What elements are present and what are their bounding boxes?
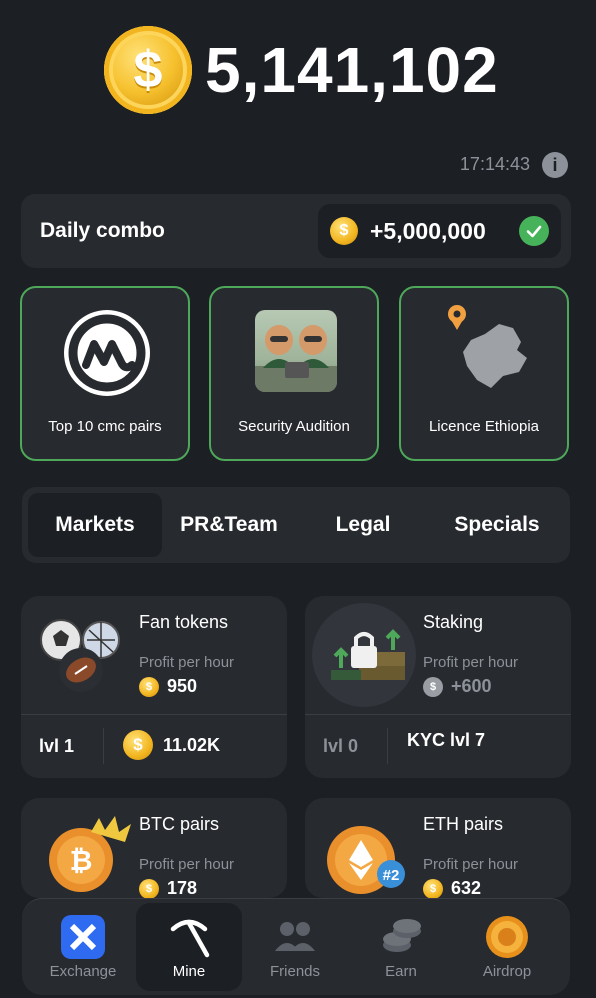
- coin-icon: $: [330, 217, 358, 245]
- divider: [387, 728, 388, 764]
- combo-card-label: Security Audition: [238, 418, 350, 435]
- hamsters-image: [255, 310, 337, 392]
- coin-icon: $: [139, 878, 159, 898]
- upgrade-cost: $ 11.02K: [123, 730, 220, 760]
- combo-card-cmc[interactable]: Top 10 cmc pairs: [20, 286, 190, 461]
- coin-icon: $: [123, 730, 153, 760]
- nav-label: Exchange: [49, 963, 117, 980]
- upgrade-title: Staking: [423, 612, 484, 632]
- profit-value: $ 178: [139, 878, 197, 898]
- sports-balls-icon: [40, 619, 120, 692]
- coin-icon: $: [423, 878, 443, 898]
- upgrade-title: ETH pairs: [423, 814, 504, 834]
- daily-combo-value: +5,000,000: [370, 218, 486, 244]
- upgrade-requirement: KYC lvl 7: [407, 730, 486, 750]
- divider: [305, 714, 571, 715]
- tab-legal[interactable]: Legal: [302, 493, 424, 557]
- upgrade-level: lvl 1: [39, 736, 75, 756]
- nav-earn[interactable]: Earn: [348, 903, 454, 991]
- nav-label: Earn: [385, 963, 417, 980]
- btc-coin-icon: ₿: [49, 816, 131, 892]
- svg-text:₿: ₿: [70, 845, 93, 876]
- balance-amount: 5,141,102: [205, 34, 499, 106]
- ethiopia-map-icon: [448, 305, 527, 388]
- friends-icon: [275, 922, 315, 951]
- nav-friends[interactable]: Friends: [242, 903, 348, 991]
- coin-icon: $: [139, 676, 159, 697]
- balance-coin-icon: $: [104, 26, 192, 114]
- upgrade-card-staking[interactable]: Staking Profit per hour $ +600 lvl 0 KYC…: [305, 596, 571, 778]
- bottom-nav: Exchange Mine Friends Earn Airdrop: [22, 898, 570, 995]
- upgrade-card-btc-pairs[interactable]: ₿ BTC pairs Profit per hour $ 178: [21, 798, 287, 898]
- profit-per-hour-label: Profit per hour: [139, 654, 235, 671]
- combo-card-ethiopia[interactable]: Licence Ethiopia: [399, 286, 569, 461]
- profit-value: $ 950: [139, 676, 197, 697]
- upgrade-card-eth-pairs[interactable]: #2 ETH pairs Profit per hour $ 632: [305, 798, 571, 898]
- pickaxe-icon: [170, 919, 210, 958]
- upgrade-title: BTC pairs: [139, 814, 220, 834]
- level-badge: #2: [383, 867, 400, 884]
- daily-combo-panel[interactable]: Daily combo $ +5,000,000: [21, 194, 571, 268]
- upgrade-title: Fan tokens: [139, 612, 229, 632]
- nav-label: Mine: [172, 963, 206, 980]
- coins-stack-icon: [383, 919, 421, 952]
- profit-per-hour-label: Profit per hour: [139, 856, 235, 873]
- nav-label: Airdrop: [482, 963, 532, 980]
- tab-pr-team[interactable]: PR&Team: [168, 493, 290, 557]
- tab-specials[interactable]: Specials: [434, 493, 560, 557]
- checkmark-icon: [519, 216, 549, 246]
- staking-lock-icon: [312, 603, 416, 707]
- daily-combo-label: Daily combo: [40, 219, 165, 242]
- nav-exchange[interactable]: Exchange: [30, 903, 136, 991]
- profit-per-hour-label: Profit per hour: [423, 856, 519, 873]
- divider: [21, 714, 287, 715]
- upgrade-level: lvl 0: [323, 736, 359, 756]
- daily-combo-reward: $ +5,000,000: [318, 204, 561, 258]
- profit-value: $ +600: [423, 676, 492, 697]
- profit-value: $ 632: [423, 878, 481, 898]
- info-icon[interactable]: i: [542, 152, 568, 178]
- divider: [103, 728, 104, 764]
- nav-mine[interactable]: Mine: [136, 903, 242, 991]
- upgrade-card-fan-tokens[interactable]: Fan tokens Profit per hour $ 950 lvl 1 $…: [21, 596, 287, 778]
- timer: 17:14:43: [459, 154, 530, 174]
- combo-card-label: Top 10 cmc pairs: [48, 418, 162, 435]
- exchange-icon: [61, 915, 105, 959]
- combo-card-label: Licence Ethiopia: [428, 418, 540, 435]
- category-tabs: Markets PR&Team Legal Specials: [22, 487, 570, 563]
- eth-coin-icon: #2: [327, 826, 405, 894]
- nav-airdrop[interactable]: Airdrop: [454, 903, 560, 991]
- coin-icon: $: [423, 676, 443, 697]
- combo-card-security[interactable]: Security Audition: [209, 286, 379, 461]
- nav-label: Friends: [269, 963, 321, 980]
- tab-markets[interactable]: Markets: [28, 493, 162, 557]
- coinmarketcap-icon: [64, 310, 150, 396]
- profit-per-hour-label: Profit per hour: [423, 654, 519, 671]
- airdrop-coin-icon: [486, 916, 528, 958]
